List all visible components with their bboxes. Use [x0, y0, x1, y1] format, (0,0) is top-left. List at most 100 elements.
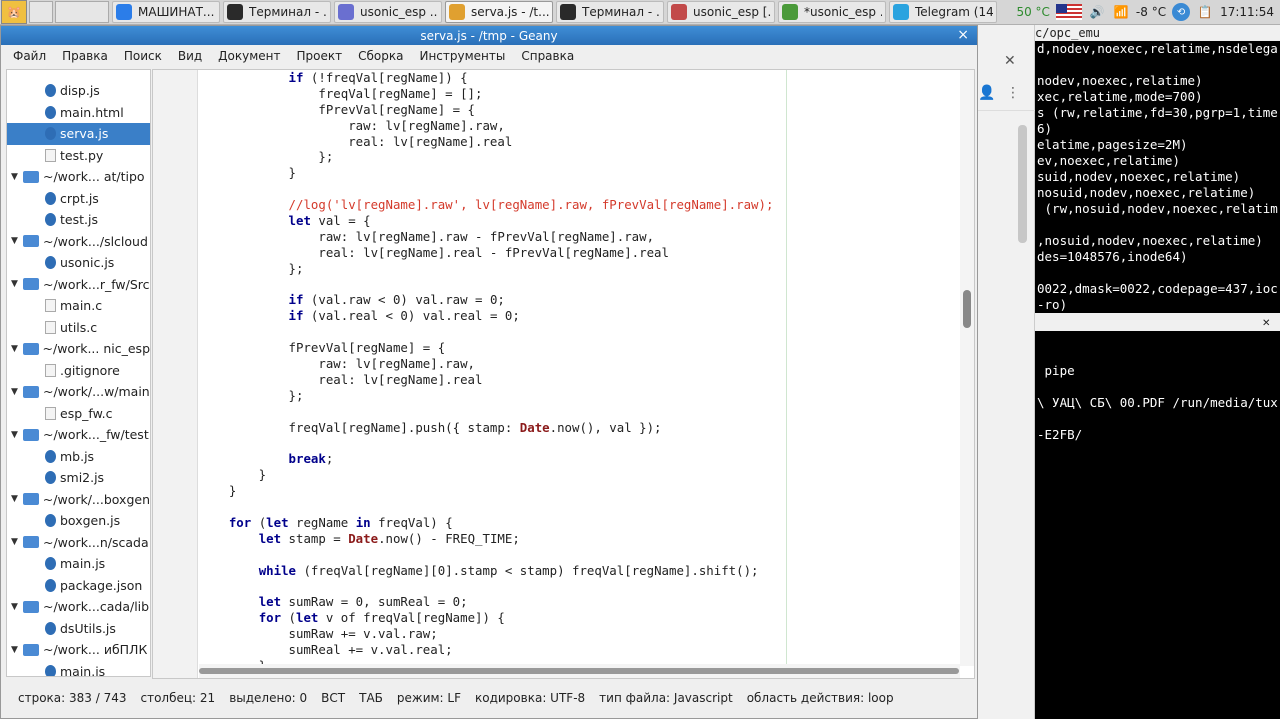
- sidebar-file[interactable]: esp_fw.c: [7, 403, 150, 425]
- menu-item[interactable]: Правка: [54, 49, 116, 63]
- code-line[interactable]: 284 real: lv[regName].real: [199, 134, 960, 150]
- code-line[interactable]: 282 fPrevVal[regName] = {: [199, 102, 960, 118]
- terminal-window-1[interactable]: c/opc_emu d,nodev,noexec,relatime,nsdele…: [1035, 25, 1280, 315]
- close-icon[interactable]: ✕: [1262, 314, 1270, 330]
- code-line[interactable]: 294 if (val.raw < 0) val.raw = 0;: [199, 292, 960, 308]
- code-line[interactable]: 302 freqVal[regName].push({ stamp: Date.…: [199, 420, 960, 436]
- sidebar-file[interactable]: test.js: [7, 209, 150, 231]
- code-line[interactable]: 312: [199, 579, 960, 595]
- expander-icon[interactable]: ▼: [11, 344, 23, 354]
- code-line[interactable]: 292 };: [199, 261, 960, 277]
- expander-icon[interactable]: ▼: [11, 279, 23, 289]
- clock[interactable]: 17:11:54: [1220, 5, 1274, 19]
- code-line[interactable]: 300 };: [199, 388, 960, 404]
- wifi-icon[interactable]: 📶: [1112, 3, 1130, 21]
- sidebar-file[interactable]: crpt.js: [7, 188, 150, 210]
- close-icon[interactable]: ✕: [1004, 53, 1016, 69]
- sidebar-file[interactable]: boxgen.js: [7, 510, 150, 532]
- terminal-window-2[interactable]: ✕ pipe \ УАЦ\ СБ\ 00.PDF /run/media/tux -E…: [1035, 313, 1280, 719]
- code-line[interactable]: 280 if (!freqVal[regName]) {: [199, 70, 960, 86]
- code-line[interactable]: 285 };: [199, 149, 960, 165]
- code-line[interactable]: 306 }: [199, 483, 960, 499]
- code-line[interactable]: 283 raw: lv[regName].raw,: [199, 118, 960, 134]
- sidebar-file[interactable]: usonic.js: [7, 252, 150, 274]
- menu-item[interactable]: Файл: [5, 49, 54, 63]
- code-line[interactable]: 289 let val = {: [199, 213, 960, 229]
- code-line[interactable]: 291 real: lv[regName].real - fPrevVal[re…: [199, 245, 960, 261]
- sidebar-file[interactable]: main.html: [7, 102, 150, 124]
- menu-item[interactable]: Проект: [289, 49, 351, 63]
- close-icon[interactable]: ×: [957, 27, 969, 43]
- taskbar-item[interactable]: *usonic_esp ...: [778, 1, 886, 23]
- sidebar-file[interactable]: main.c: [7, 295, 150, 317]
- code-line[interactable]: 308 for (let regName in freqVal) {: [199, 515, 960, 531]
- expander-icon[interactable]: ▼: [11, 602, 23, 612]
- sidebar-folder[interactable]: ▼ ~/work.../slcloud: [7, 231, 150, 253]
- keyboard-layout-flag-icon[interactable]: [1055, 4, 1082, 20]
- sidebar-folder[interactable]: ▼ ~/work...r_fw/Src: [7, 274, 150, 296]
- code-line[interactable]: 311 while (freqVal[regName][0].stamp < s…: [199, 563, 960, 579]
- code-line[interactable]: 281 freqVal[regName] = [];: [199, 86, 960, 102]
- sidebar-folder[interactable]: ▼ ~/work/...w/main: [7, 381, 150, 403]
- sidebar-file[interactable]: utils.c: [7, 317, 150, 339]
- expander-icon[interactable]: ▼: [11, 494, 23, 504]
- expander-icon[interactable]: ▼: [11, 236, 23, 246]
- code-line[interactable]: 295 if (val.real < 0) val.real = 0;: [199, 308, 960, 324]
- horizontal-scrollbar[interactable]: [199, 664, 960, 678]
- workspace-button-2[interactable]: [55, 1, 109, 23]
- taskbar-item[interactable]: Терминал - ...: [556, 1, 664, 23]
- sidebar-folder[interactable]: ▼ ~/work/...boxgen: [7, 489, 150, 511]
- menu-item[interactable]: Инструменты: [411, 49, 513, 63]
- browser-window-edge[interactable]: ✕ 👤 ⋮: [978, 25, 1035, 719]
- code-line[interactable]: 286 }: [199, 165, 960, 181]
- expander-icon[interactable]: ▼: [11, 645, 23, 655]
- code-line[interactable]: 299 real: lv[regName].real: [199, 372, 960, 388]
- code-line[interactable]: 310: [199, 547, 960, 563]
- workspace-button[interactable]: [29, 1, 53, 23]
- taskbar-item[interactable]: usonic_esp ...: [334, 1, 442, 23]
- code-line[interactable]: 316 sumReal += v.val.real;: [199, 642, 960, 658]
- code-line[interactable]: 287: [199, 181, 960, 197]
- clipboard-icon[interactable]: 📋: [1196, 3, 1214, 21]
- sidebar-folder[interactable]: ▼ ~/work... ибПЛК: [7, 639, 150, 661]
- taskbar-item[interactable]: Терминал - ...: [223, 1, 331, 23]
- code-line[interactable]: 313 let sumRaw = 0, sumReal = 0;: [199, 594, 960, 610]
- scrollbar-thumb[interactable]: [963, 290, 971, 328]
- sidebar-folder[interactable]: ▼ ~/work..._fw/test: [7, 424, 150, 446]
- sidebar-folder[interactable]: ▼ ~/work...n/scada: [7, 532, 150, 554]
- scrollbar[interactable]: [1018, 125, 1027, 243]
- sidebar-file[interactable]: smi2.js: [7, 467, 150, 489]
- expander-icon[interactable]: ▼: [11, 537, 23, 547]
- code-line[interactable]: 298 raw: lv[regName].raw,: [199, 356, 960, 372]
- weather[interactable]: -8 °C: [1136, 5, 1166, 19]
- more-icon[interactable]: ⋮: [1006, 85, 1020, 101]
- expander-icon[interactable]: ▼: [11, 430, 23, 440]
- volume-icon[interactable]: 🔊: [1088, 3, 1106, 21]
- menu-item[interactable]: Документ: [210, 49, 288, 63]
- sidebar-folder[interactable]: ▼ ~/work... nic_esp: [7, 338, 150, 360]
- taskbar-item[interactable]: МАШИНАТ...: [112, 1, 220, 23]
- app-menu-button[interactable]: 🐹: [1, 0, 27, 24]
- code-line[interactable]: 293: [199, 277, 960, 293]
- code-line[interactable]: 297 fPrevVal[regName] = {: [199, 340, 960, 356]
- code-line[interactable]: 288 //log('lv[regName].raw', lv[regName]…: [199, 197, 960, 213]
- window-titlebar[interactable]: serva.js - /tmp - Geany ×: [1, 26, 977, 45]
- sidebar-file[interactable]: disp.js: [7, 80, 150, 102]
- code-line[interactable]: 303: [199, 435, 960, 451]
- document-sidebar[interactable]: disp.js main.html serva.js test.py ▼ ~/work..…: [6, 69, 151, 677]
- sidebar-file[interactable]: main.js: [7, 661, 150, 676]
- taskbar-item[interactable]: usonic_esp [...: [667, 1, 775, 23]
- taskbar-item[interactable]: Telegram (14): [889, 1, 997, 23]
- sidebar-file[interactable]: test.py: [7, 145, 150, 167]
- sidebar-file[interactable]: serva.js: [7, 123, 150, 145]
- vertical-scrollbar[interactable]: [960, 70, 974, 666]
- expander-icon[interactable]: ▼: [11, 172, 23, 182]
- sidebar-file[interactable]: package.json: [7, 575, 150, 597]
- sidebar-file[interactable]: .gitignore: [7, 360, 150, 382]
- code-line[interactable]: 305 }: [199, 467, 960, 483]
- menu-item[interactable]: Сборка: [350, 49, 411, 63]
- code-line[interactable]: 315 sumRaw += v.val.raw;: [199, 626, 960, 642]
- sidebar-folder[interactable]: ▼ ~/work... at/tipo: [7, 166, 150, 188]
- code-line[interactable]: 314 for (let v of freqVal[regName]) {: [199, 610, 960, 626]
- code-line[interactable]: 296: [199, 324, 960, 340]
